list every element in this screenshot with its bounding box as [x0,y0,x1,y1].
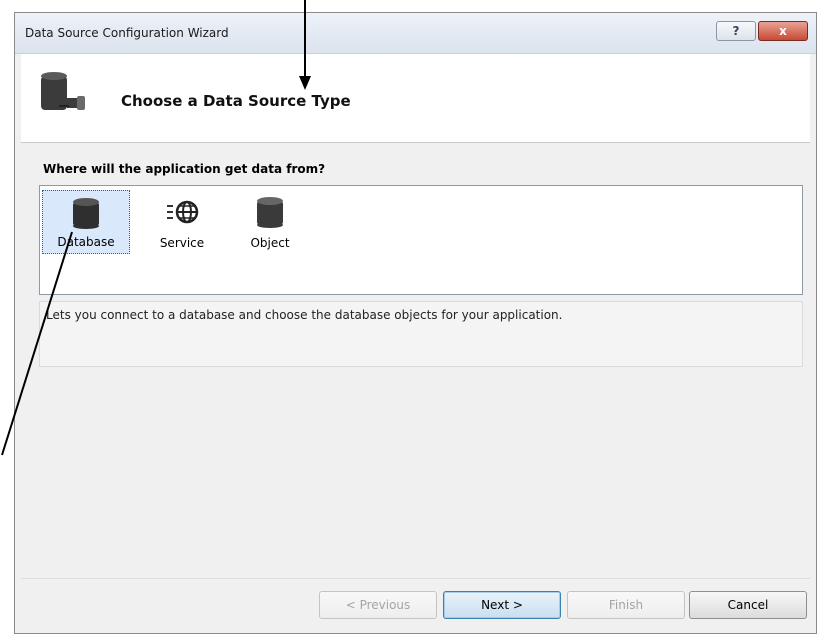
help-button[interactable]: ? [716,21,756,41]
wizard-window: Data Source Configuration Wizard ? x Cho… [14,12,817,634]
source-description: Lets you connect to a database and choos… [39,301,803,367]
next-button[interactable]: Next > [443,591,561,619]
source-item-database[interactable]: Database [42,190,130,254]
source-item-object[interactable]: Object [226,190,314,254]
finish-button[interactable]: Finish [567,591,685,619]
cancel-button[interactable]: Cancel [689,591,807,619]
window-title: Data Source Configuration Wizard [25,26,229,40]
footer-divider [21,578,810,579]
database-icon [73,198,99,229]
source-prompt: Where will the application get data from… [43,162,326,176]
wizard-header: Choose a Data Source Type [21,54,810,143]
source-label-database: Database [57,235,115,249]
database-plug-icon [37,70,97,123]
globe-service-icon [167,200,199,224]
close-button[interactable]: x [758,21,808,41]
source-label-object: Object [250,236,290,250]
page-title: Choose a Data Source Type [121,92,351,110]
source-label-service: Service [159,236,205,250]
object-cylinder-icon [257,197,283,228]
title-bar[interactable]: Data Source Configuration Wizard ? x [15,13,816,54]
previous-button[interactable]: < Previous [319,591,437,619]
data-source-list[interactable]: Database Service Object [39,185,803,295]
source-item-service[interactable]: Service [138,190,226,254]
